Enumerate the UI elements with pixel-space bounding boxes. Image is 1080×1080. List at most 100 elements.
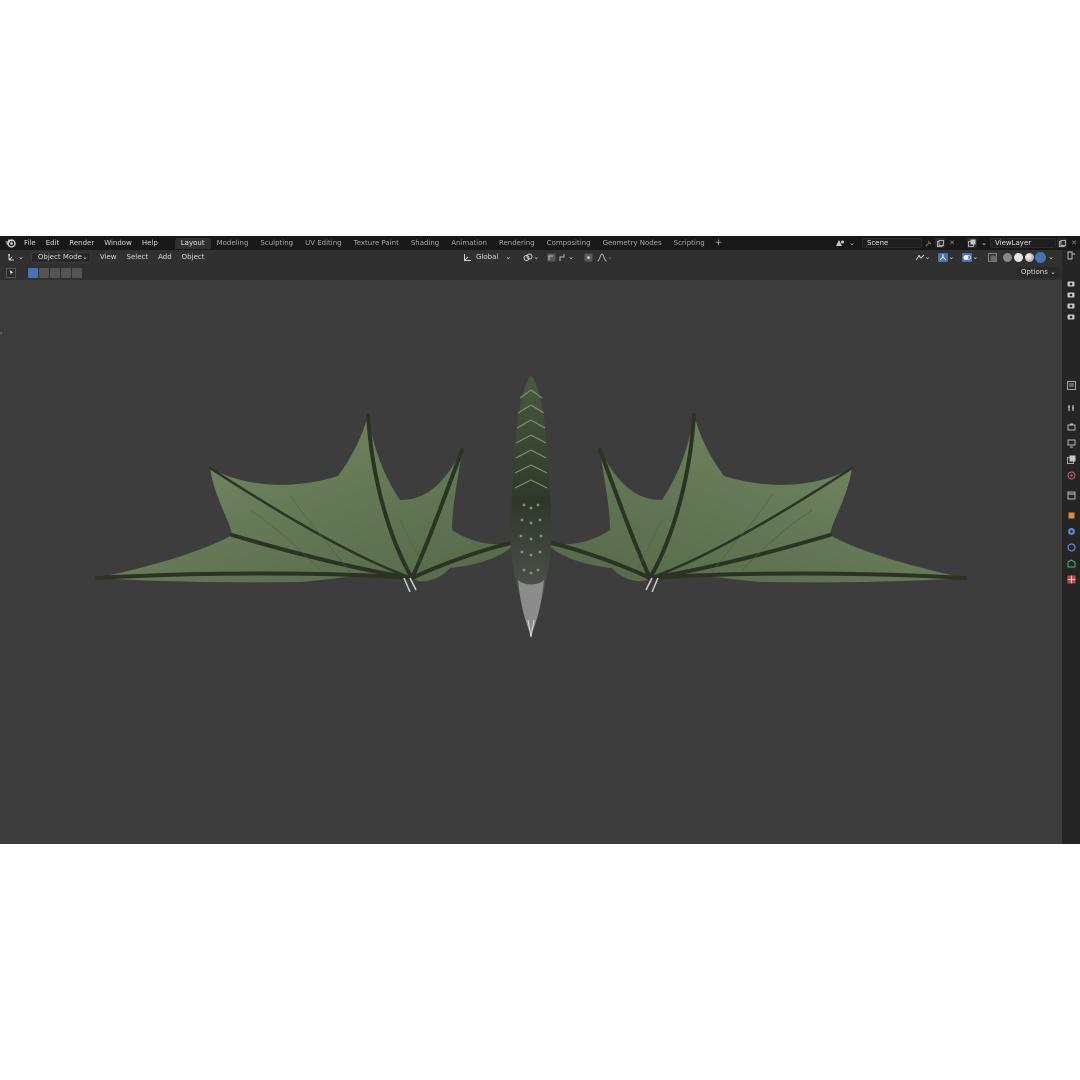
shading-options-dropdown[interactable]: ⌄ [1046, 252, 1056, 263]
output-properties-icon[interactable] [1066, 438, 1076, 448]
camera-icon[interactable] [1066, 300, 1076, 310]
chevron-down-icon: ⌄ [533, 253, 540, 261]
editor-type-button[interactable]: ⌄ [4, 252, 27, 263]
scene-name-field[interactable]: Scene [862, 238, 922, 248]
camera-icon[interactable] [1066, 311, 1076, 321]
tab-compositing[interactable]: Compositing [541, 238, 597, 249]
solid-shading-button[interactable] [1014, 253, 1024, 262]
mode-selector[interactable]: Object Mode ⌄ [30, 252, 91, 263]
dragon-model [95, 375, 967, 638]
pivot-point-selector[interactable]: ⌄ [520, 252, 542, 263]
transform-orientation-selector[interactable]: Global ⌄ [460, 252, 514, 263]
chevron-down-icon: ⌄ [568, 253, 574, 261]
gizmo-icon [938, 253, 949, 262]
select-set-icon[interactable] [28, 267, 38, 278]
scene-properties-icon[interactable] [1066, 470, 1076, 480]
tab-geometry-nodes[interactable]: Geometry Nodes [597, 238, 668, 249]
editor-type-icon[interactable] [1066, 250, 1076, 260]
mode-label: Object Mode [37, 253, 82, 261]
blender-logo-icon[interactable] [4, 237, 16, 249]
tab-animation[interactable]: Animation [445, 238, 493, 249]
material-properties-icon[interactable] [1066, 574, 1076, 584]
select-intersect-icon[interactable] [72, 267, 82, 278]
add-workspace-button[interactable]: + [711, 238, 727, 248]
tab-sculpting[interactable]: Sculpting [254, 238, 299, 249]
gizmo-toggle[interactable]: ⌄ [935, 252, 957, 263]
new-view-layer-icon[interactable] [1057, 238, 1067, 248]
chevron-down-icon: ⌄ [1048, 253, 1054, 261]
material-preview-button[interactable] [1025, 253, 1035, 262]
object-data-properties-icon[interactable] [1066, 558, 1076, 568]
tab-rendering[interactable]: Rendering [493, 238, 541, 249]
modifier-properties-icon[interactable] [1066, 526, 1076, 536]
outliner-toggle-icon[interactable] [1066, 380, 1076, 390]
camera-icon[interactable] [1066, 278, 1076, 288]
delete-scene-icon[interactable]: ✕ [947, 238, 957, 248]
chevron-down-icon: ⌄ [81, 253, 88, 261]
tab-texture-paint[interactable]: Texture Paint [348, 238, 405, 249]
transform-orientation-icon [464, 254, 471, 261]
new-scene-icon[interactable] [935, 238, 945, 248]
menu-view[interactable]: View [97, 252, 120, 263]
transform-controls: Global ⌄ ⌄ ⌄ ⌄ [460, 252, 616, 263]
select-box-icon [9, 270, 13, 275]
tab-uv-editing[interactable]: UV Editing [299, 238, 348, 249]
select-extend-icon[interactable] [39, 267, 49, 278]
proportional-editing-toggle[interactable]: ⌄ [581, 252, 616, 263]
snap-icon [547, 253, 556, 262]
viewport-header: ⌄ Object Mode ⌄ View Select Add Object G… [0, 250, 1080, 265]
view-layer-selector[interactable]: ViewLayer [990, 238, 1056, 249]
view-layer-field[interactable]: ViewLayer [990, 238, 1056, 248]
camera-icon[interactable] [1066, 289, 1076, 299]
collection-properties-icon[interactable] [1066, 490, 1076, 500]
options-dropdown[interactable]: Options ⌄ [1016, 267, 1060, 278]
chevron-down-icon: ⌄ [849, 239, 855, 247]
falloff-curve-icon [597, 253, 607, 262]
menu-file[interactable]: File [19, 236, 41, 250]
chevron-down-icon: ⌄ [1050, 268, 1056, 276]
menu-edit[interactable]: Edit [41, 236, 65, 250]
select-subtract-icon[interactable] [50, 267, 60, 278]
menu-object[interactable]: Object [179, 252, 208, 263]
view-layer-properties-icon[interactable] [1066, 454, 1076, 464]
menu-select[interactable]: Select [124, 252, 152, 263]
render-properties-icon[interactable] [1066, 422, 1076, 432]
rendered-shading-button[interactable] [1036, 253, 1046, 262]
xray-toggle[interactable] [985, 252, 1000, 263]
pin-icon[interactable] [923, 238, 933, 248]
chevron-down-icon: ⌄ [606, 253, 613, 261]
menu-window[interactable]: Window [99, 236, 137, 250]
visibility-selector[interactable]: ⌄ [912, 252, 934, 263]
tab-modeling[interactable]: Modeling [211, 238, 255, 249]
wireframe-shading-button[interactable] [1003, 253, 1013, 262]
chevron-down-icon: ⌄ [505, 253, 512, 261]
chevron-down-icon: ⌄ [948, 253, 955, 261]
selection-mode-buttons [28, 267, 83, 278]
menu-add[interactable]: Add [155, 252, 175, 263]
3d-viewport[interactable]: › [0, 280, 1062, 844]
properties-tab-strip [1062, 250, 1080, 844]
tab-shading[interactable]: Shading [405, 238, 445, 249]
top-menu-bar: File Edit Render Window Help Layout Mode… [0, 236, 1080, 250]
tab-scripting[interactable]: Scripting [668, 238, 711, 249]
scene-icon[interactable] [835, 238, 845, 248]
scene-selector[interactable]: Scene [862, 238, 922, 249]
xray-icon [988, 253, 998, 262]
tool-properties-icon[interactable] [1066, 402, 1076, 412]
active-tool-button[interactable] [6, 267, 16, 278]
menu-help[interactable]: Help [137, 236, 163, 250]
overlay-icon [962, 253, 973, 262]
snap-toggle[interactable]: ⌄ [544, 252, 577, 263]
physics-properties-icon[interactable] [1066, 542, 1076, 552]
pivot-point-icon [523, 253, 533, 261]
chevron-down-icon: ⌄ [981, 239, 987, 247]
view-layer-icon[interactable] [967, 238, 977, 248]
menu-render[interactable]: Render [64, 236, 99, 250]
chevron-down-icon: ⌄ [924, 253, 931, 261]
delete-view-layer-icon[interactable]: ✕ [1069, 238, 1079, 248]
overlay-toggle[interactable]: ⌄ [959, 252, 981, 263]
object-properties-icon[interactable] [1066, 510, 1076, 520]
workspace-tabs: Layout Modeling Sculpting UV Editing Tex… [174, 236, 727, 250]
tab-layout[interactable]: Layout [174, 237, 211, 249]
select-invert-icon[interactable] [61, 267, 71, 278]
